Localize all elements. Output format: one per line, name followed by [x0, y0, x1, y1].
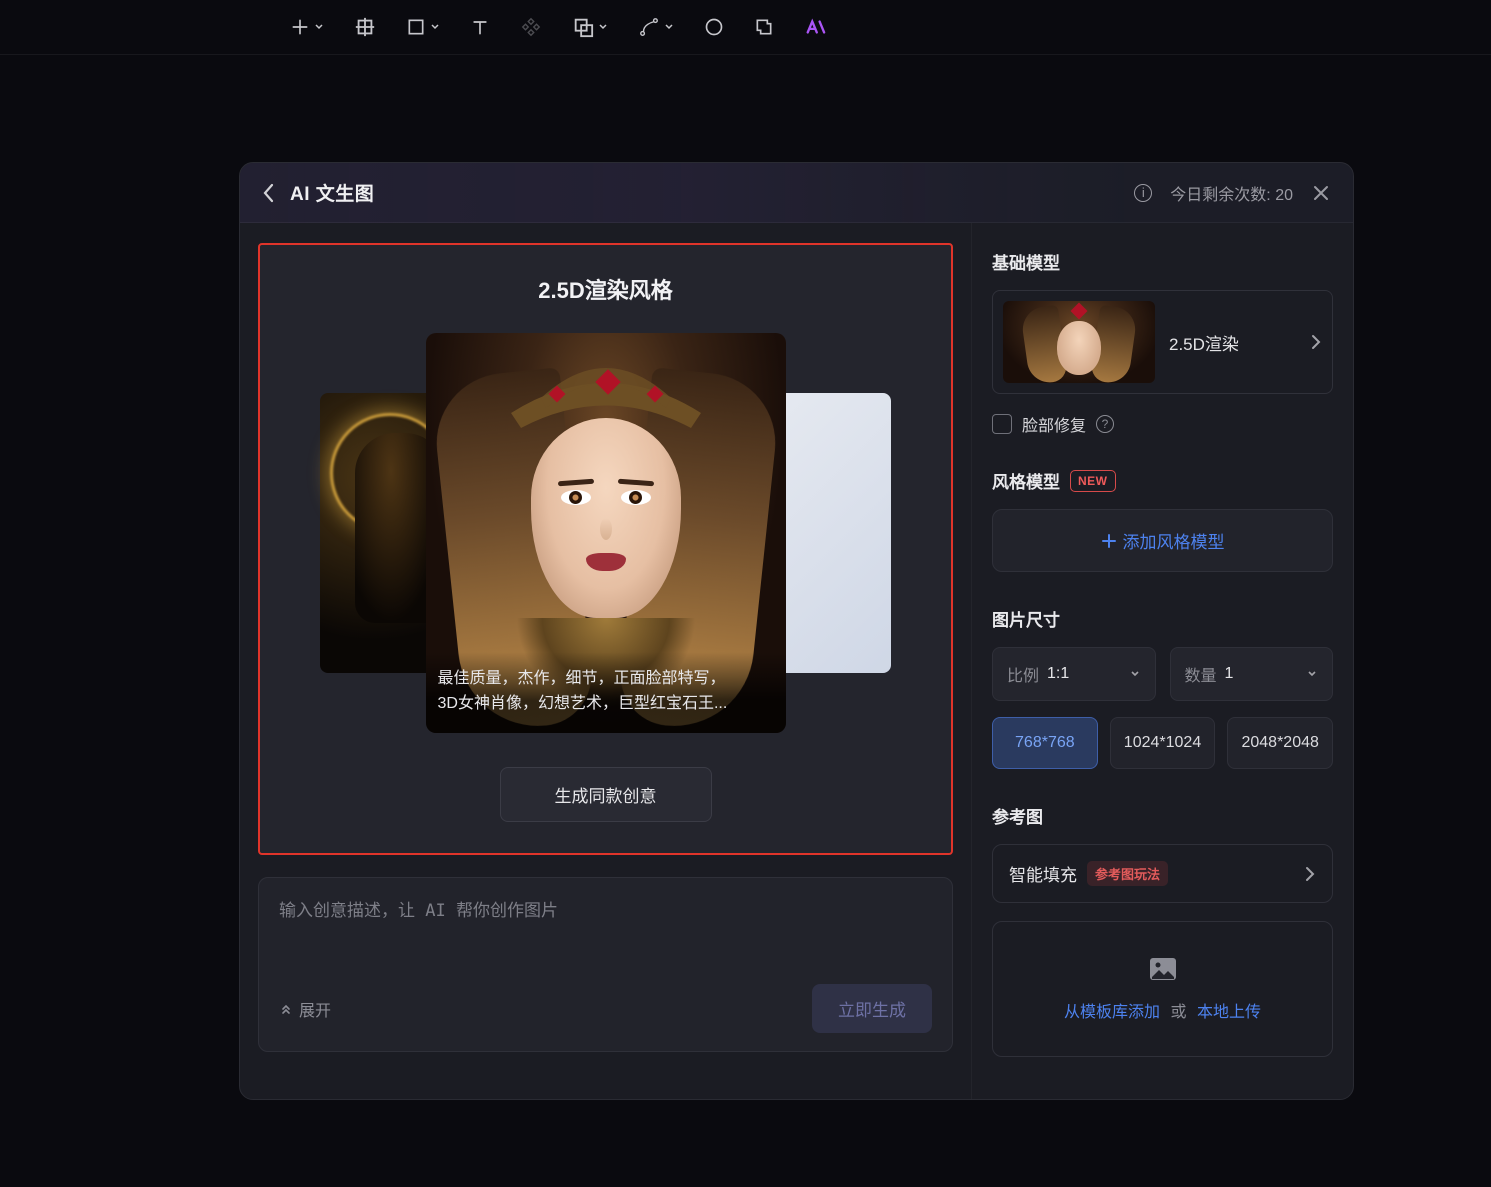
- style-title: 2.5D渲染风格: [538, 273, 672, 305]
- tool-add[interactable]: [290, 17, 324, 37]
- section-base-model: 基础模型: [992, 249, 1333, 274]
- style-preview-card: 2.5D渲染风格: [258, 243, 953, 855]
- preview-image-stack: 最佳质量，杰作，细节，正面脸部特写， 3D女神肖像，幻想艺术，巨型红宝石王...: [280, 333, 931, 743]
- image-placeholder-icon: [1149, 957, 1177, 986]
- model-thumbnail: [1003, 301, 1155, 383]
- upload-text: 从模板库添加 或 本地上传: [1064, 998, 1261, 1022]
- back-icon[interactable]: [262, 182, 276, 204]
- preview-center-image: 最佳质量，杰作，细节，正面脸部特写， 3D女神肖像，幻想艺术，巨型红宝石王...: [426, 333, 786, 733]
- info-icon: i: [1134, 184, 1152, 202]
- size-1024[interactable]: 1024*1024: [1110, 717, 1216, 769]
- reference-badge: 参考图玩法: [1087, 861, 1168, 886]
- quota-text: 今日剩余次数: 20: [1170, 181, 1293, 205]
- generate-button[interactable]: 立即生成: [812, 984, 932, 1033]
- close-icon[interactable]: [1311, 183, 1331, 203]
- chevron-down-icon: [1129, 668, 1141, 680]
- tool-ai[interactable]: [804, 16, 826, 38]
- tool-combine[interactable]: [572, 16, 608, 38]
- tool-arrange[interactable]: [520, 16, 542, 38]
- from-template-link[interactable]: 从模板库添加: [1064, 1004, 1160, 1021]
- model-name: 2.5D渲染: [1169, 330, 1296, 355]
- section-style-model: 风格模型 NEW: [992, 468, 1333, 493]
- panel-header: AI 文生图 i 今日剩余次数: 20: [240, 163, 1353, 223]
- chevron-down-icon: [1306, 668, 1318, 680]
- count-select[interactable]: 数量 1: [1170, 647, 1334, 701]
- size-options: 768*768 1024*1024 2048*2048: [992, 717, 1333, 769]
- tool-text[interactable]: [470, 17, 490, 37]
- help-icon[interactable]: ?: [1096, 415, 1114, 433]
- section-reference-image: 参考图: [992, 803, 1333, 828]
- size-2048[interactable]: 2048*2048: [1227, 717, 1333, 769]
- face-fix-checkbox[interactable]: 脸部修复 ?: [992, 412, 1333, 436]
- tool-slice[interactable]: [754, 17, 774, 37]
- tool-crop[interactable]: [354, 16, 376, 38]
- chevron-right-icon: [1310, 333, 1322, 351]
- panel-title: AI 文生图: [290, 179, 374, 206]
- reference-upload-area[interactable]: 从模板库添加 或 本地上传: [992, 921, 1333, 1057]
- top-toolbar: [0, 0, 1491, 55]
- generate-same-style-button[interactable]: 生成同款创意: [500, 767, 712, 822]
- prompt-box: 展开 立即生成: [258, 877, 953, 1052]
- tool-pen[interactable]: [638, 16, 674, 38]
- ai-text-to-image-panel: AI 文生图 i 今日剩余次数: 20 2.5D渲染风格: [239, 162, 1354, 1100]
- add-style-model-button[interactable]: 添加风格模型: [992, 509, 1333, 572]
- ratio-select[interactable]: 比例 1:1: [992, 647, 1156, 701]
- tool-shape[interactable]: [406, 17, 440, 37]
- new-badge: NEW: [1070, 470, 1116, 492]
- preview-caption: 最佳质量，杰作，细节，正面脸部特写， 3D女神肖像，幻想艺术，巨型红宝石王...: [426, 652, 786, 733]
- tool-circle[interactable]: [704, 17, 724, 37]
- base-model-select[interactable]: 2.5D渲染: [992, 290, 1333, 394]
- prompt-input[interactable]: [279, 896, 932, 984]
- size-768[interactable]: 768*768: [992, 717, 1098, 769]
- smart-fill-row[interactable]: 智能填充 参考图玩法: [992, 844, 1333, 903]
- chevron-right-icon: [1304, 865, 1316, 883]
- section-image-size: 图片尺寸: [992, 606, 1333, 631]
- local-upload-link[interactable]: 本地上传: [1197, 1004, 1261, 1021]
- checkbox-icon: [992, 414, 1012, 434]
- expand-toggle[interactable]: 展开: [279, 997, 331, 1021]
